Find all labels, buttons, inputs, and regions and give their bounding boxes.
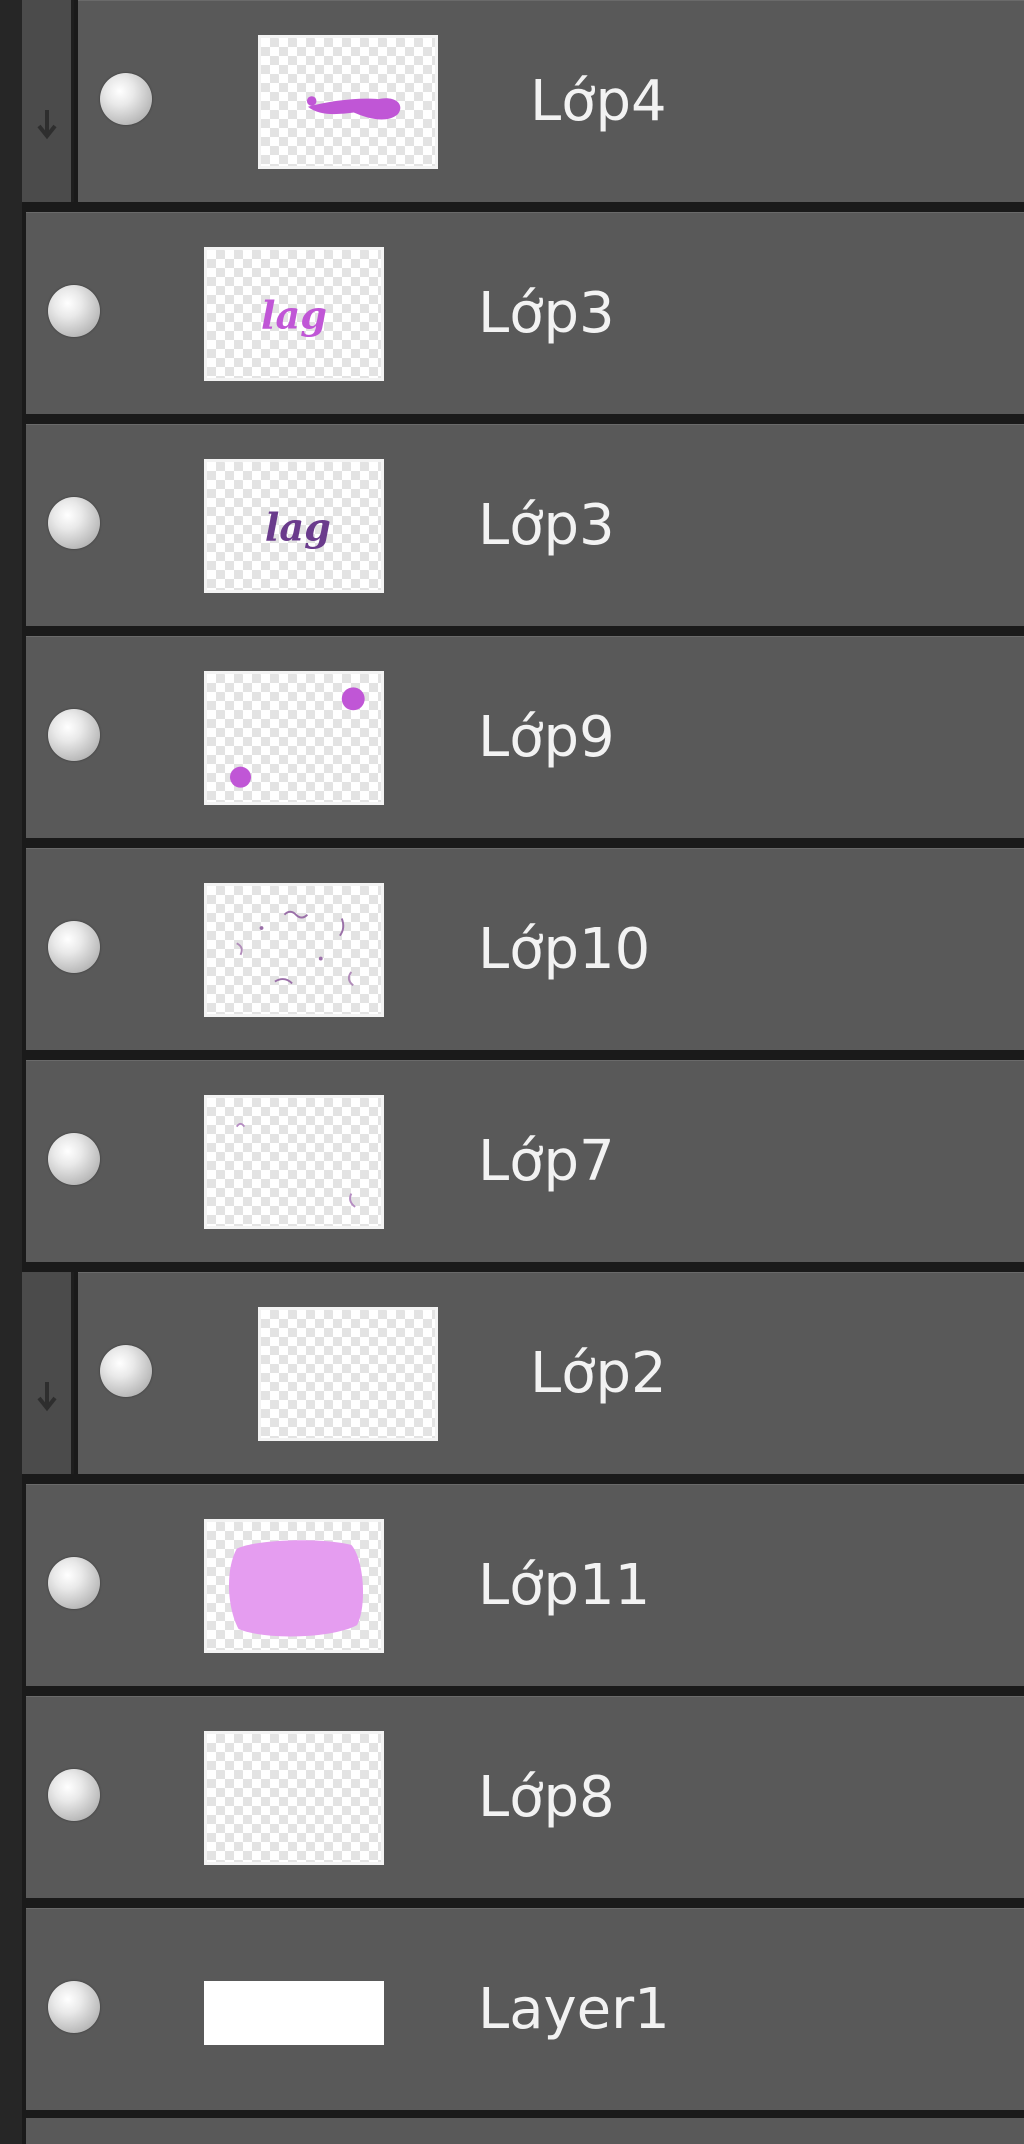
- eye-toggle-icon[interactable]: [48, 1769, 100, 1821]
- layer-thumbnail: [258, 1307, 438, 1441]
- layer-name: Layer1: [478, 1977, 670, 2042]
- brush-stroke-preview: [306, 96, 401, 120]
- layer-name: Lớp7: [478, 1129, 615, 1194]
- layer-name: Lớp3: [478, 493, 615, 558]
- layer-thumbnail: [258, 35, 438, 169]
- layer-name: Lớp3: [478, 281, 615, 346]
- layer-name: Lớp9: [478, 705, 615, 770]
- layer-row[interactable]: Lớp11: [26, 1484, 1024, 1686]
- layer-thumbnail: [204, 1095, 384, 1229]
- eye-toggle-icon[interactable]: [48, 921, 100, 973]
- faint-marks-preview: [235, 1122, 356, 1208]
- text-preview: lag: [261, 293, 327, 338]
- layer-thumbnail: [204, 1731, 384, 1865]
- layer-row[interactable]: Lớp4: [78, 0, 1024, 202]
- layer-thumbnail: [204, 1981, 384, 2045]
- clipping-indicator: [22, 0, 74, 202]
- eye-toggle-icon[interactable]: [48, 1133, 100, 1185]
- layer-thumbnail: [204, 671, 384, 805]
- layer-thumbnail: lag: [204, 459, 384, 593]
- layer-row[interactable]: lag Lớp3: [26, 212, 1024, 414]
- layer-name: Lớp2: [530, 1341, 667, 1406]
- panel-left-edge: [0, 0, 22, 2144]
- svg-text:lag: lag: [261, 293, 327, 338]
- eye-toggle-icon[interactable]: [100, 73, 152, 125]
- clipping-mask-arrow-icon: [37, 1382, 57, 1412]
- layer-row[interactable]: Lớp8: [26, 1696, 1024, 1898]
- eye-toggle-icon[interactable]: [48, 497, 100, 549]
- layer-name: Lớp8: [478, 1765, 615, 1830]
- eye-toggle-icon[interactable]: [48, 709, 100, 761]
- layer-row[interactable]: Lớp10: [26, 848, 1024, 1050]
- layer-thumbnail: [204, 1519, 384, 1653]
- clipping-mask-arrow-icon: [37, 110, 57, 140]
- layer-name: Lớp10: [478, 917, 651, 982]
- layer-name: Lớp11: [478, 1553, 651, 1618]
- layers-panel: Lớp4 lag Lớp3 lag Lớp3 Lớp9 Lớp10 Lớp7 L…: [0, 0, 1024, 2144]
- eye-toggle-icon[interactable]: [100, 1345, 152, 1397]
- pink-fill-preview: [228, 1540, 364, 1637]
- svg-text:lag: lag: [265, 505, 331, 550]
- eye-toggle-icon[interactable]: [48, 1981, 100, 2033]
- layer-row[interactable]: Lớp7: [26, 1060, 1024, 1262]
- eye-toggle-icon[interactable]: [48, 1557, 100, 1609]
- dots-preview: [230, 687, 365, 788]
- layer-name: Lớp4: [530, 69, 667, 134]
- text-preview: lag: [265, 505, 331, 550]
- layer-row[interactable]: lag Lớp3: [26, 424, 1024, 626]
- next-layer-row-partial: [26, 2118, 1024, 2144]
- eye-toggle-icon[interactable]: [48, 285, 100, 337]
- scribbles-preview: [236, 910, 354, 987]
- layer-row[interactable]: Lớp2: [78, 1272, 1024, 1474]
- layer-row[interactable]: Lớp9: [26, 636, 1024, 838]
- clipping-indicator: [22, 1272, 74, 1474]
- layer-thumbnail: [204, 883, 384, 1017]
- layer-thumbnail: lag: [204, 247, 384, 381]
- layer-row[interactable]: Layer1: [26, 1908, 1024, 2110]
